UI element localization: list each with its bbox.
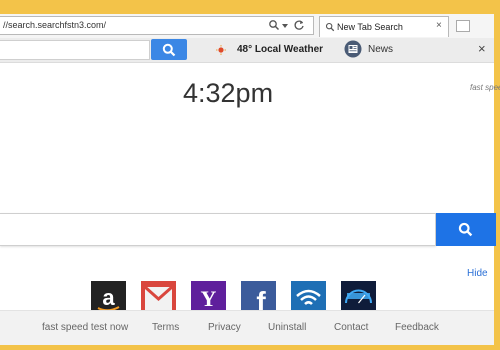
window-title-bar bbox=[0, 0, 500, 14]
gmail-icon bbox=[141, 281, 176, 310]
wifi-icon bbox=[291, 281, 326, 310]
footer-link-privacy[interactable]: Privacy bbox=[208, 322, 241, 333]
amazon-icon: a bbox=[91, 281, 126, 310]
svg-text:Y: Y bbox=[201, 286, 217, 310]
speed-test-icon bbox=[341, 281, 376, 310]
tab-search-icon bbox=[325, 22, 335, 32]
toolbar-close-icon[interactable]: × bbox=[478, 41, 486, 56]
main-search-button[interactable] bbox=[436, 213, 496, 246]
facebook-icon: f bbox=[241, 281, 276, 310]
clock: 4:32pm bbox=[183, 78, 274, 108]
yahoo-icon: Y bbox=[191, 281, 226, 310]
footer-link-feedback[interactable]: Feedback bbox=[395, 322, 439, 333]
hide-tiles-link[interactable]: Hide bbox=[467, 268, 488, 279]
tab-title: New Tab Search bbox=[337, 22, 403, 32]
toolbar-search-button[interactable] bbox=[151, 39, 187, 60]
search-icon bbox=[162, 43, 176, 57]
local-weather-link[interactable]: 48° Local Weather bbox=[237, 44, 323, 55]
svg-text:a: a bbox=[102, 285, 115, 310]
search-icon bbox=[458, 222, 473, 237]
svg-text:f: f bbox=[256, 286, 266, 310]
footer-link-uninstall[interactable]: Uninstall bbox=[268, 322, 306, 333]
window-border-right bbox=[494, 0, 500, 350]
weather-icon bbox=[216, 45, 226, 55]
window-border-bottom bbox=[0, 345, 500, 350]
new-tab-icon[interactable] bbox=[455, 18, 471, 34]
footer: fast speed test now Terms Privacy Uninst… bbox=[0, 310, 494, 346]
facebook-tile[interactable]: f bbox=[241, 281, 276, 310]
toolbar-search-input[interactable] bbox=[0, 40, 150, 60]
wifi-tile[interactable] bbox=[291, 281, 326, 310]
yahoo-tile[interactable]: Y bbox=[191, 281, 226, 310]
refresh-icon[interactable] bbox=[293, 19, 305, 31]
extension-toolbar: 48° Local Weather News × bbox=[0, 38, 494, 63]
amazon-tile[interactable]: a bbox=[91, 281, 126, 310]
footer-link-speed-test[interactable]: fast speed test now bbox=[42, 322, 128, 333]
address-dropdown-icon[interactable] bbox=[281, 22, 289, 30]
news-link[interactable]: News bbox=[368, 44, 393, 55]
news-icon[interactable] bbox=[344, 40, 362, 58]
address-url: //search.searchfstn3.com/ bbox=[3, 20, 107, 30]
address-search-icon[interactable] bbox=[268, 19, 280, 31]
footer-link-contact[interactable]: Contact bbox=[334, 322, 368, 333]
footer-link-terms[interactable]: Terms bbox=[152, 322, 179, 333]
tab-close-icon[interactable]: × bbox=[436, 20, 442, 31]
speed-test-tile[interactable] bbox=[341, 281, 376, 310]
gmail-tile[interactable] bbox=[141, 281, 176, 310]
main-search-input[interactable] bbox=[0, 213, 436, 246]
browser-address-row: //search.searchfstn3.com/ New Tab Search… bbox=[0, 14, 494, 39]
brand-logo: fast speed bbox=[470, 83, 500, 92]
address-bar[interactable]: //search.searchfstn3.com/ bbox=[0, 16, 314, 35]
tab-new-tab-search[interactable]: New Tab Search × bbox=[319, 16, 449, 37]
